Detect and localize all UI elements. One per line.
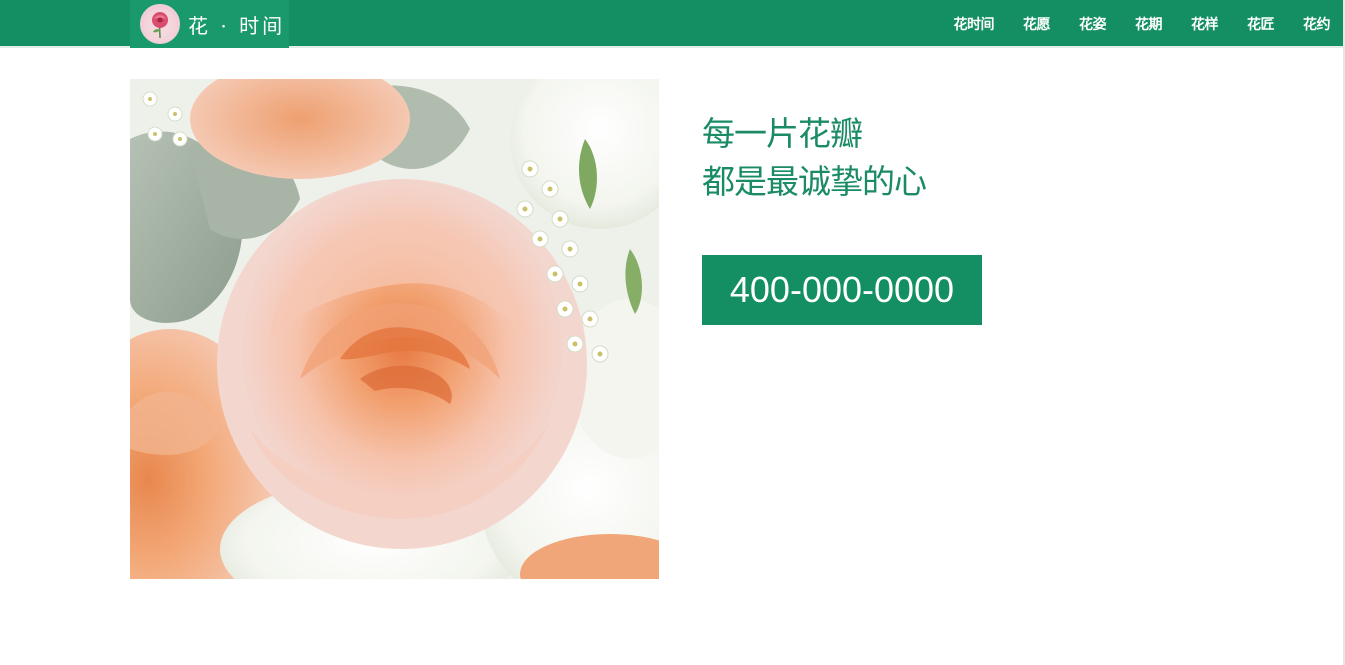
nav-item-flower-pose[interactable]: 花姿: [1079, 14, 1107, 34]
site-logo[interactable]: 花 · 时间: [130, 0, 289, 48]
flower-logo-icon: [140, 4, 180, 44]
nav-item-flower-appointment[interactable]: 花约: [1303, 14, 1331, 34]
nav-item-flower-time[interactable]: 花时间: [954, 14, 995, 34]
slogan-line-1: 每一片花瓣: [702, 114, 863, 153]
main-nav: 花时间 花愿 花姿 花期 花样 花匠 花约: [925, 0, 1331, 48]
hero-slogan: 每一片花瓣 都是最诚挚的心: [702, 110, 927, 206]
logo-text: 花 · 时间: [188, 13, 286, 38]
nav-item-flower-season[interactable]: 花期: [1135, 14, 1163, 34]
hero-flower-photo: [130, 79, 659, 579]
nav-item-flower-wish[interactable]: 花愿: [1023, 14, 1051, 34]
phone-contact-button[interactable]: 400-000-0000: [702, 255, 982, 325]
nav-item-florist[interactable]: 花匠: [1247, 14, 1275, 34]
nav-item-flower-style[interactable]: 花样: [1191, 14, 1219, 34]
top-navigation-bar: 花 · 时间 花时间 花愿 花姿 花期 花样 花匠 花约: [0, 0, 1345, 48]
slogan-line-2: 都是最诚挚的心: [702, 162, 927, 201]
page: 花 · 时间 花时间 花愿 花姿 花期 花样 花匠 花约 每一片花瓣 都是最诚挚…: [0, 0, 1345, 665]
